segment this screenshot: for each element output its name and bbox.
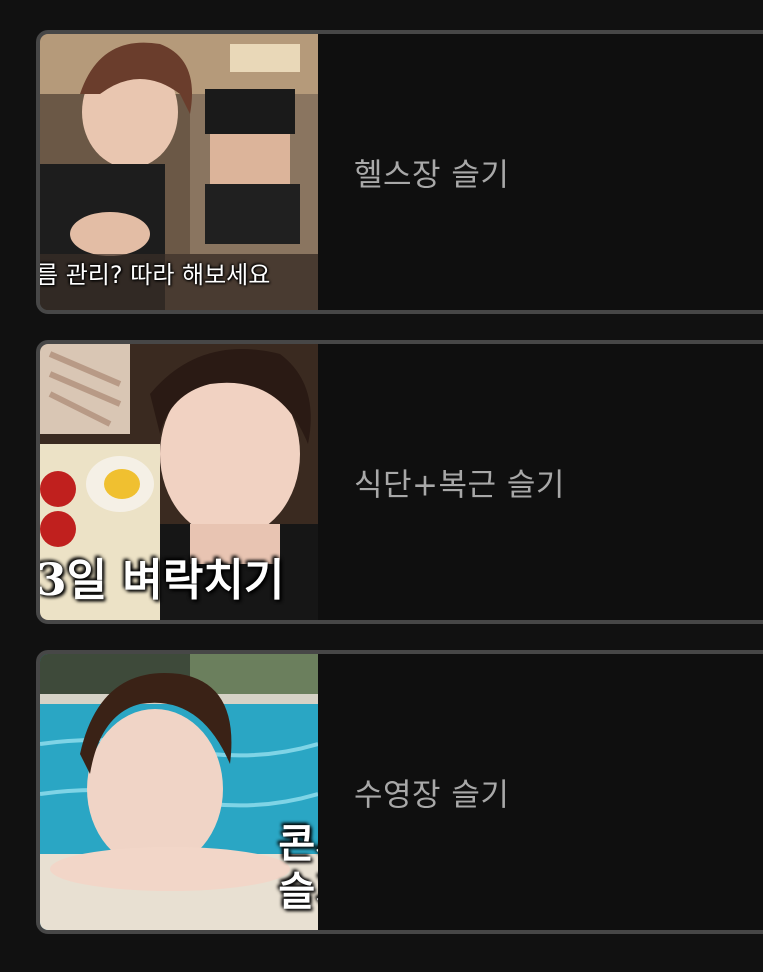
thumbnail-caption: 름 관리? 따라 해보세요: [40, 261, 271, 289]
thumbnail-caption: 콘서 슬기: [278, 820, 318, 916]
thumbnail-caption-line-1: 콘서: [278, 820, 318, 867]
video-card-gym[interactable]: 름 관리? 따라 해보세요 헬스장 슬기: [36, 30, 763, 314]
video-thumbnail[interactable]: 콘서 슬기: [40, 654, 318, 930]
video-thumbnail[interactable]: 3일 벼락치기: [40, 344, 318, 620]
video-thumbnail[interactable]: 름 관리? 따라 해보세요: [40, 34, 318, 310]
video-card-diet[interactable]: 3일 벼락치기 식단+복근 슬기: [36, 340, 763, 624]
video-title[interactable]: 수영장 슬기: [354, 770, 509, 815]
video-title[interactable]: 식단+복근 슬기: [354, 460, 565, 505]
video-title[interactable]: 헬스장 슬기: [354, 150, 509, 195]
thumbnail-image: [40, 654, 318, 930]
thumbnail-caption: 3일 벼락치기: [40, 555, 285, 606]
thumbnail-caption-line-2: 슬기: [278, 868, 318, 915]
video-card-pool[interactable]: 콘서 슬기 수영장 슬기: [36, 650, 763, 934]
